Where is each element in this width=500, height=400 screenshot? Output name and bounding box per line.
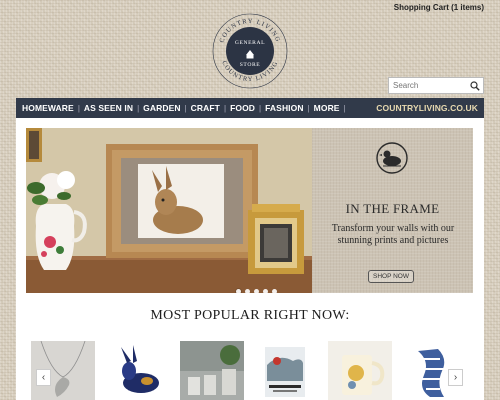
nav-item-as-seen-in[interactable]: AS SEEN IN bbox=[84, 103, 133, 113]
banner-text-panel: IN THE FRAME Transform your walls with o… bbox=[312, 128, 473, 293]
slider-dot[interactable] bbox=[254, 289, 259, 293]
carousel-prev-button[interactable]: ‹ bbox=[36, 369, 51, 386]
nav-item-food[interactable]: FOOD bbox=[230, 103, 255, 113]
search-input[interactable] bbox=[389, 78, 467, 93]
carousel-next-button[interactable]: › bbox=[448, 369, 463, 386]
search-box bbox=[388, 77, 484, 94]
banner-title: IN THE FRAME bbox=[345, 201, 440, 216]
product-thumbnail[interactable] bbox=[180, 341, 244, 400]
product-thumbnail[interactable] bbox=[328, 341, 392, 400]
main-nav: HOMEWARE | AS SEEN IN | GARDEN | CRAFT |… bbox=[16, 98, 484, 118]
banner-photo[interactable] bbox=[26, 128, 312, 293]
mug-image bbox=[328, 341, 392, 400]
search-icon[interactable] bbox=[467, 78, 483, 93]
nav-separator: | bbox=[307, 103, 310, 113]
planters-image bbox=[180, 341, 244, 400]
most-popular-heading: MOST POPULAR RIGHT NOW: bbox=[150, 308, 350, 323]
slider-dot[interactable] bbox=[245, 289, 250, 293]
nav-item-homeware[interactable]: HOMEWARE bbox=[22, 103, 74, 113]
hare-ornament-image bbox=[107, 341, 171, 400]
logo-store-text: STORE bbox=[240, 62, 261, 68]
hero-banner: IN THE FRAME Transform your walls with o… bbox=[26, 128, 473, 293]
nav-separator: | bbox=[259, 103, 262, 113]
countryliving-link[interactable]: COUNTRYLIVING.CO.UK bbox=[376, 103, 478, 113]
nav-item-craft[interactable]: CRAFT bbox=[191, 103, 220, 113]
nav-separator: | bbox=[343, 103, 346, 113]
product-thumbnail[interactable] bbox=[107, 341, 171, 400]
chevron-left-icon: ‹ bbox=[41, 372, 46, 383]
nav-separator: | bbox=[137, 103, 140, 113]
main-content: IN THE FRAME Transform your walls with o… bbox=[16, 118, 484, 400]
nav-separator: | bbox=[77, 103, 80, 113]
shopping-cart-link[interactable]: Shopping Cart (1 items) bbox=[394, 3, 484, 12]
shop-now-button[interactable]: SHOP NOW bbox=[368, 270, 414, 283]
slider-dot[interactable] bbox=[263, 289, 268, 293]
nav-separator: | bbox=[223, 103, 227, 113]
product-thumbnail[interactable] bbox=[253, 341, 317, 400]
logo-general-text: GENERAL bbox=[235, 40, 265, 46]
book-image bbox=[253, 341, 317, 400]
general-store-logo[interactable]: COUNTRY LIVING COUNTRY LIVING GENERAL ST… bbox=[212, 13, 288, 89]
nav-separator: | bbox=[184, 103, 187, 113]
duck-badge-icon bbox=[376, 142, 408, 174]
banner-subtitle: Transform your walls with our stunning p… bbox=[331, 223, 455, 246]
nav-item-more[interactable]: MORE bbox=[314, 103, 340, 113]
slider-dots bbox=[236, 289, 277, 293]
slider-dot[interactable] bbox=[236, 289, 241, 293]
chevron-right-icon: › bbox=[453, 372, 458, 383]
nav-item-garden[interactable]: GARDEN bbox=[143, 103, 180, 113]
slider-dot[interactable] bbox=[272, 289, 277, 293]
nav-item-fashion[interactable]: FASHION bbox=[265, 103, 303, 113]
